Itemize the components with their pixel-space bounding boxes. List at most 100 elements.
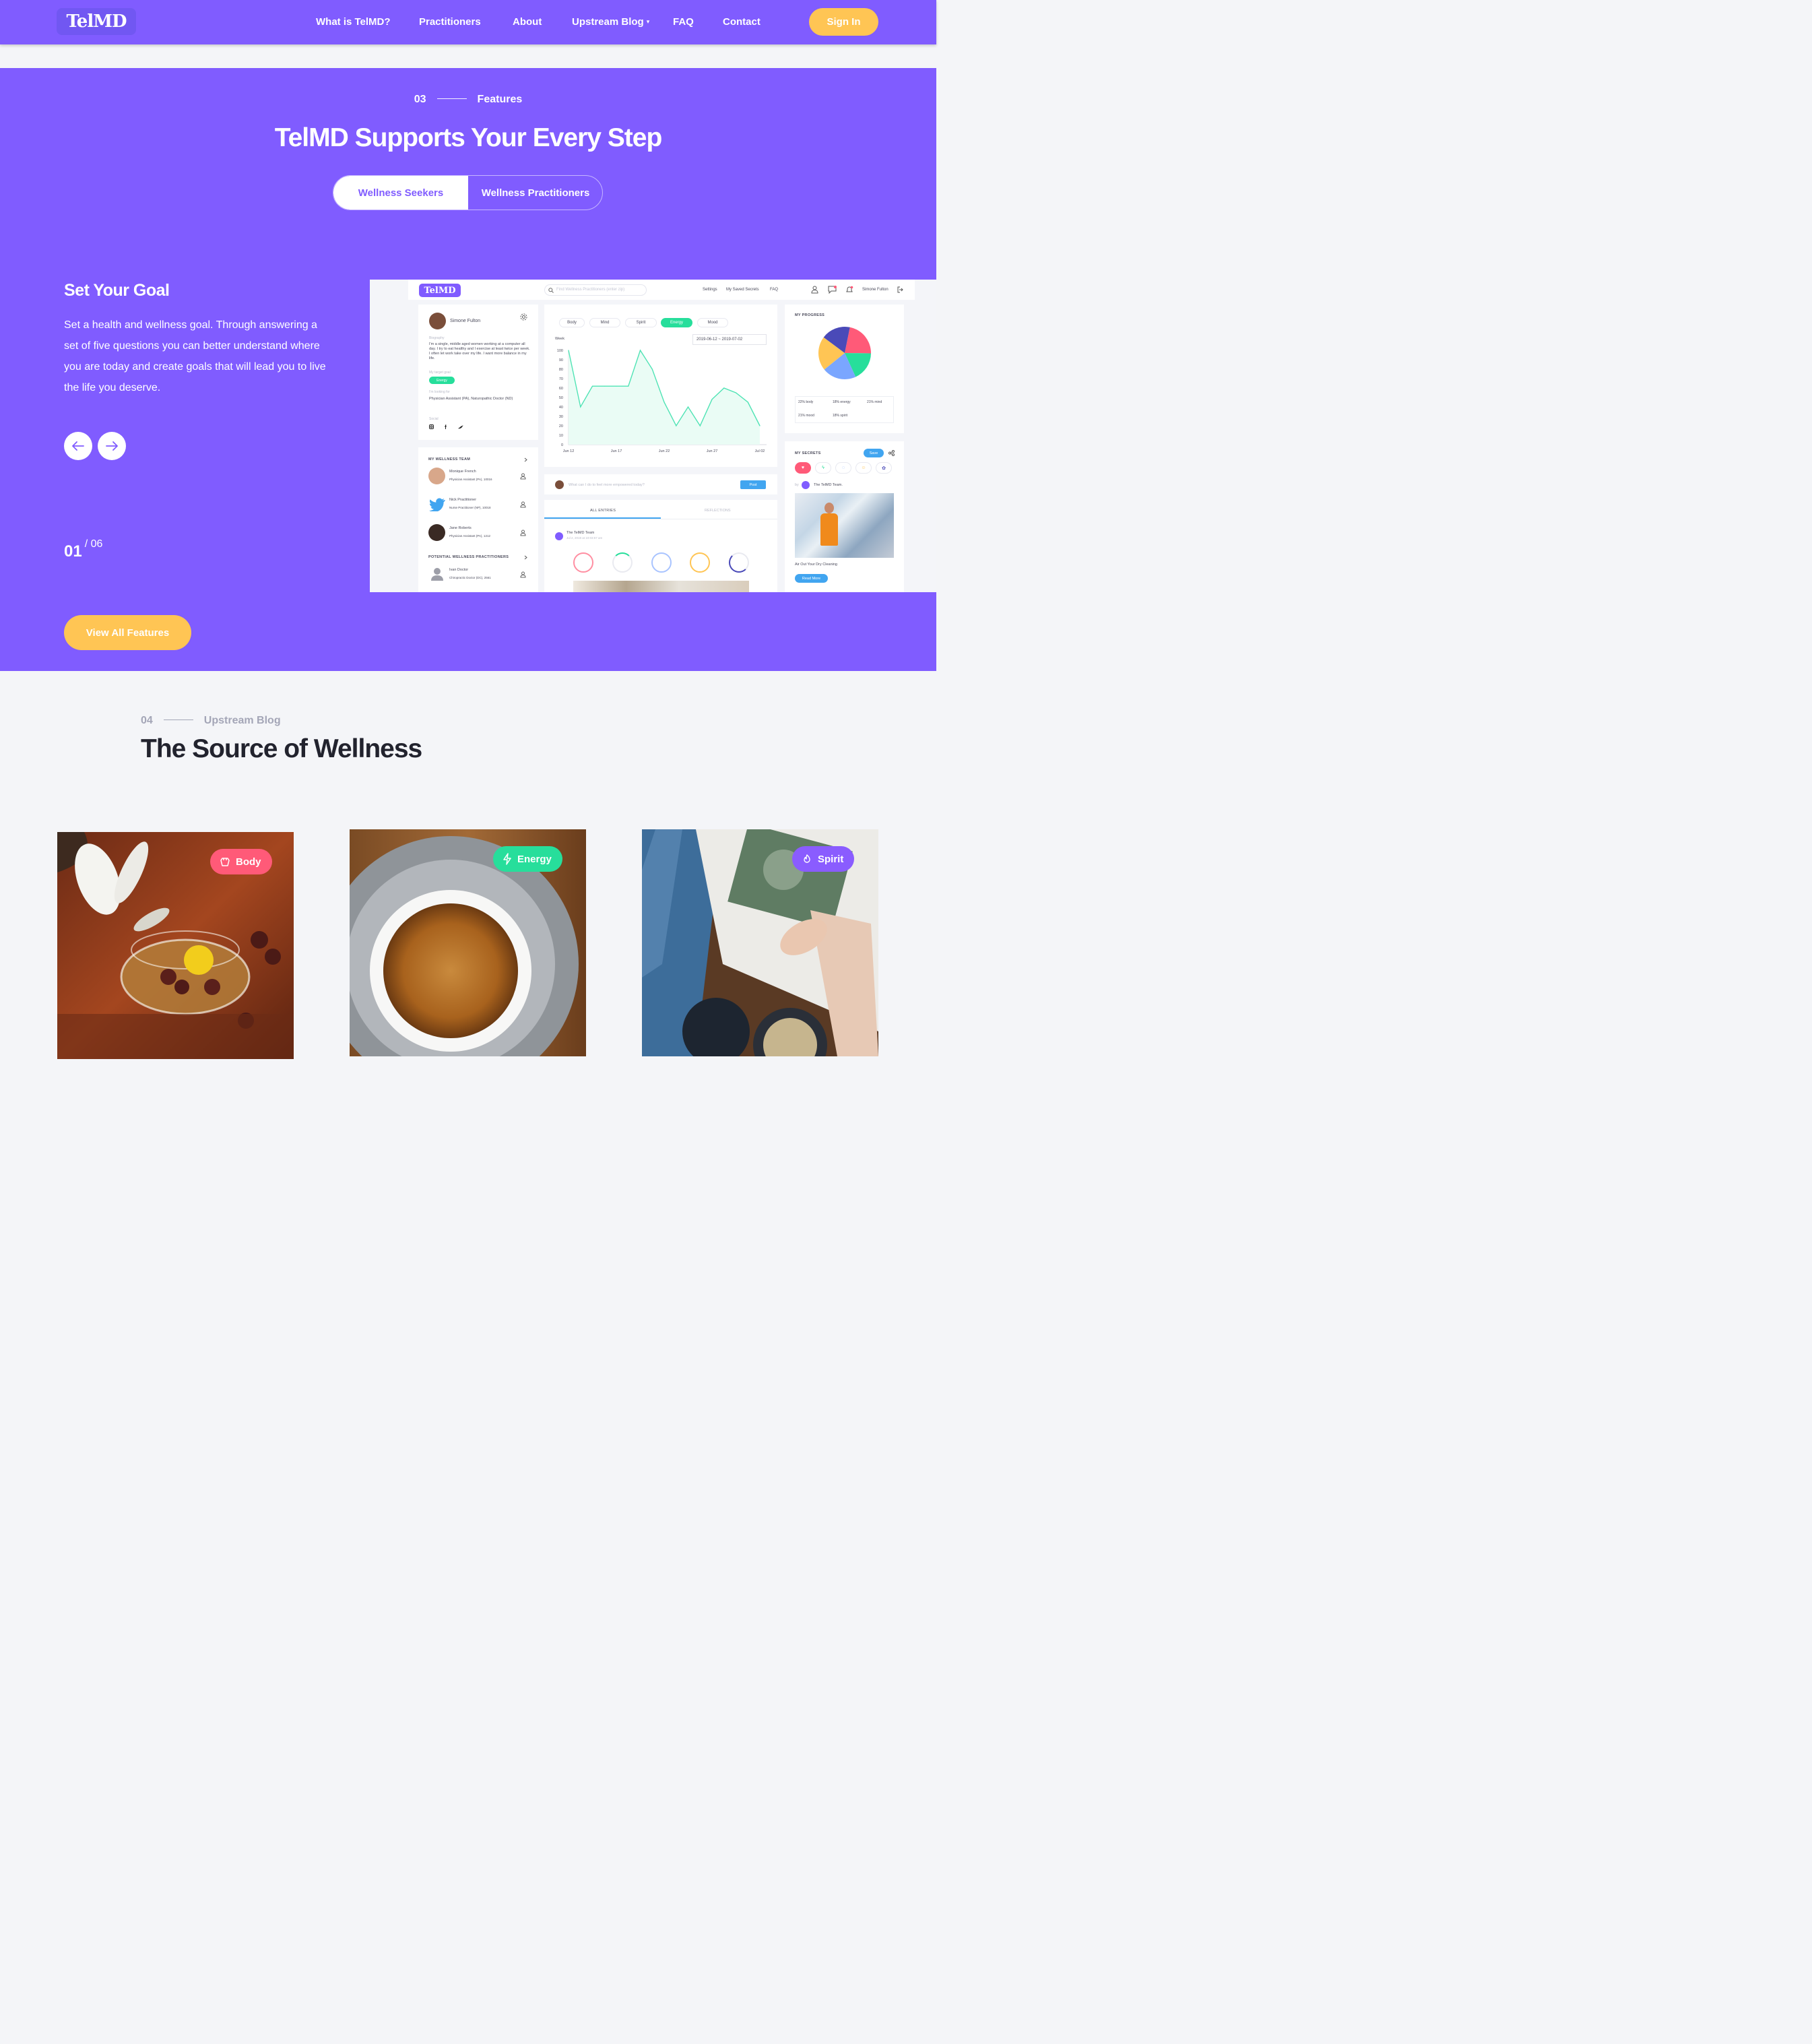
prev-slide-button[interactable] [64, 432, 92, 460]
energy-data-point [711, 399, 713, 400]
post-composer: What can I do to feel more empowered tod… [544, 474, 777, 494]
nav-link-what-is-telmd[interactable]: What is TelMD? [316, 16, 391, 28]
filter-body-label: Body [567, 321, 577, 325]
looking-for-text: Physician Assistant (PA), Naturopathic D… [429, 397, 513, 401]
member-role: Physician Assistant (PA), 10016 [449, 478, 492, 481]
potential-practitioners-title: POTENTIAL WELLNESS PRACTITIONERS [428, 555, 509, 559]
spirit-ring [729, 552, 749, 573]
share-icon [888, 450, 895, 456]
nav-link-upstream-blog[interactable]: Upstream Blog ▾ [572, 16, 649, 28]
energy-data-point [723, 387, 725, 389]
arrow-left-icon [72, 441, 84, 451]
filter-energy-label: Energy [670, 321, 683, 325]
nav-link-about[interactable]: About [513, 16, 542, 28]
energy-line-chart: 1009080706050403020100Jun 12 Jun 17 Jun 22… [557, 349, 767, 453]
member-name: Jane Roberts [449, 526, 472, 530]
next-slide-button[interactable] [98, 432, 126, 460]
x-tick-label: Jun 12 [563, 449, 575, 453]
save-button: Save [864, 449, 884, 457]
category-badge-energy: Energy [493, 846, 562, 872]
member-name: Nick Practitioner [449, 498, 477, 502]
user-icon [520, 473, 526, 480]
blog-number: 04 [141, 715, 153, 726]
tab-wellness-practitioners[interactable]: Wellness Practitioners [468, 176, 602, 210]
spirit-icon: ✿ [876, 462, 892, 474]
mind-icon: ◌ [835, 462, 851, 474]
looking-for-label: I'm looking for [429, 390, 450, 394]
audience-toggle: Wellness Seekers Wellness Practitioners [333, 175, 603, 210]
secrets-title: MY SECRETS [795, 451, 821, 455]
app-search-input: Find Wellness Practitioners (enter zip) [544, 284, 647, 296]
chat-icon [828, 286, 837, 294]
author-avatar [802, 481, 810, 489]
nav-link-contact[interactable]: Contact [723, 16, 761, 28]
x-tick-label: Jun 17 [611, 449, 622, 453]
user-icon [520, 530, 526, 536]
filter-mind-label: Mind [600, 321, 610, 325]
slide-description: Set a health and wellness goal. Through … [64, 319, 326, 393]
entry-author: The TelMD Team [567, 531, 595, 535]
energy-icon: ϟ [815, 462, 831, 474]
app-topbar: TelMD Find Wellness Practitioners (enter… [408, 280, 915, 300]
view-all-features-button[interactable]: View All Features [64, 615, 191, 650]
energy-data-point [580, 406, 581, 408]
wellness-team-title: MY WELLNESS TEAM [428, 457, 471, 461]
entries-card: ALL ENTRIES REFLECTIONS The TelMD Team J… [544, 500, 777, 592]
secret-image [795, 493, 894, 558]
slide-counter: 01/ 06 [64, 538, 102, 561]
y-tick-label: 30 [559, 415, 563, 419]
target-goal-badge: Energy [429, 377, 455, 384]
nav-link-faq[interactable]: FAQ [673, 16, 694, 28]
profile-card: Simone Fulton Biography I'm a single, mi… [418, 305, 538, 440]
badge-label: Spirit [818, 853, 844, 865]
image-figure [820, 513, 838, 546]
energy-area [569, 350, 760, 445]
progress-title: MY PROGRESS [795, 313, 825, 317]
features-number: 03 [414, 94, 426, 105]
chevron-right-icon [524, 555, 527, 560]
eyebrow-divider [436, 98, 467, 99]
avatar [428, 524, 445, 541]
tab-all-entries: ALL ENTRIES [590, 509, 616, 513]
member-role: Chiropractic Doctor (DC), 2561 [449, 576, 491, 579]
user-icon [811, 286, 818, 294]
body-ring [573, 552, 593, 573]
avatar [555, 480, 564, 489]
badge-label: Body [236, 856, 261, 868]
nav-link-practitioners[interactable]: Practitioners [419, 16, 481, 28]
top-navigation: TelMD What is TelMD? Practitioners About… [0, 0, 936, 44]
chevron-right-icon [524, 457, 527, 462]
y-tick-label: 60 [559, 387, 563, 391]
app-logo: TelMD [419, 284, 461, 297]
blog-card-spirit[interactable]: Spirit [642, 829, 878, 1056]
date-range-input: 2019-06-12 ~ 2019-07-02 [692, 334, 767, 345]
chevron-down-icon: ▾ [646, 18, 650, 25]
member-role: Physician Assistant (PA), 1212 [449, 534, 490, 538]
post-input-placeholder: What can I do to feel more empowered tod… [569, 483, 645, 487]
read-more-button: Read More [795, 574, 828, 583]
app-link-faq: FAQ [770, 288, 779, 292]
progress-legend: 22% body 18% energy 21% mind 21% mood 18… [795, 396, 894, 423]
search-icon [548, 288, 554, 293]
body-icon [220, 858, 230, 866]
legend-mind: 21% mind [867, 400, 882, 404]
blog-card-energy[interactable]: Energy [350, 829, 586, 1056]
x-tick-label: Jun 27 [707, 449, 718, 453]
date-range-value: 2019-06-12 ~ 2019-07-02 [697, 338, 743, 342]
telmd-logo[interactable]: TelMD [57, 8, 136, 35]
badge-label: Energy [517, 853, 552, 865]
energy-data-point [759, 425, 761, 426]
tab-wellness-seekers[interactable]: Wellness Seekers [333, 176, 468, 210]
app-link-saved-secrets: My Saved Secrets [726, 288, 759, 292]
x-tick-label: Jul 02 [755, 449, 765, 453]
y-tick-label: 50 [559, 396, 563, 400]
blog-card-body[interactable]: Body [57, 832, 294, 1059]
nav-link-upstream-blog-label: Upstream Blog [572, 16, 644, 28]
sign-in-button[interactable]: Sign In [809, 8, 878, 36]
target-goal-label: My target goal [429, 371, 451, 375]
blog-label: Upstream Blog [203, 715, 281, 726]
twitter-icon [458, 425, 463, 429]
y-tick-label: 10 [559, 434, 563, 438]
app-user-name: Simone Fulton [862, 288, 888, 292]
features-label: Features [477, 94, 523, 105]
